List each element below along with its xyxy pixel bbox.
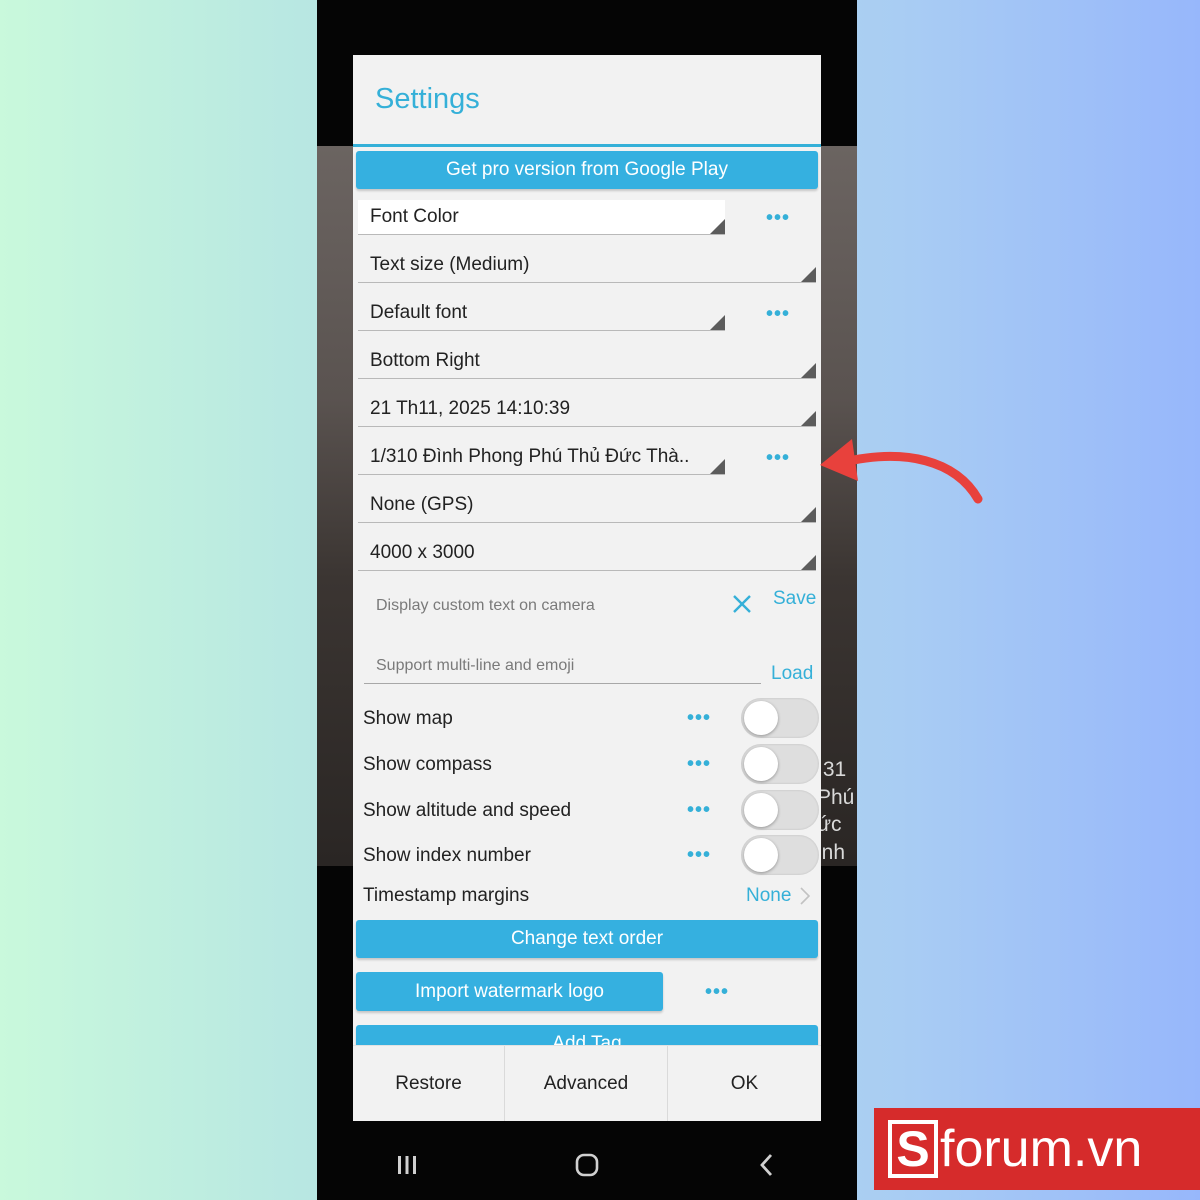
home-button[interactable] <box>557 1140 617 1190</box>
back-icon <box>760 1154 773 1176</box>
dropdown-indicator-icon <box>801 507 816 522</box>
import-logo-more-button[interactable]: ••• <box>705 982 729 1002</box>
switch-knob <box>744 793 778 827</box>
dialog-button-bar: Restore Advanced OK <box>353 1045 821 1121</box>
gps-spinner[interactable]: None (GPS) <box>358 488 816 523</box>
spinner-value: Text size (Medium) <box>370 254 530 275</box>
custom-text-input[interactable]: Display custom text on camera <box>376 597 595 615</box>
settings-dialog: Settings Get pro version from Google Pla… <box>353 55 821 1121</box>
show-map-label: Show map <box>363 708 453 729</box>
camera-overlay-text: inh <box>817 841 846 864</box>
spinner-value: Font Color <box>370 206 459 227</box>
show-altitude-more-button[interactable]: ••• <box>687 800 711 820</box>
import-watermark-logo-button[interactable]: Import watermark logo <box>356 972 663 1011</box>
font-color-spinner[interactable]: Font Color <box>358 200 725 235</box>
show-altitude-label: Show altitude and speed <box>363 800 572 821</box>
load-button[interactable]: Load <box>771 663 813 685</box>
font-more-button[interactable]: ••• <box>766 304 790 324</box>
font-spinner[interactable]: Default font <box>358 296 725 331</box>
dropdown-indicator-icon <box>801 267 816 282</box>
home-icon <box>575 1153 599 1177</box>
dropdown-indicator-icon <box>801 411 816 426</box>
android-nav-bar <box>317 1130 857 1200</box>
timestamp-margins-label: Timestamp margins <box>363 885 530 906</box>
show-map-more-button[interactable]: ••• <box>687 708 711 728</box>
ok-button[interactable]: OK <box>668 1046 821 1121</box>
switch-knob <box>744 701 778 735</box>
address-spinner[interactable]: 1/310 Đình Phong Phú Thủ Đức Thà.. <box>358 440 725 475</box>
spinner-value: Default font <box>370 302 468 323</box>
date-format-spinner[interactable]: 21 Th11, 2025 14:10:39 <box>358 392 816 427</box>
restore-button[interactable]: Restore <box>353 1046 505 1121</box>
text-size-spinner[interactable]: Text size (Medium) <box>358 248 816 283</box>
annotation-arrow-icon <box>820 439 983 504</box>
sforum-logo-text: forum.vn <box>940 1120 1143 1178</box>
camera-overlay-text: Phú <box>817 786 855 809</box>
switch-knob <box>744 747 778 781</box>
spinner-value: 21 Th11, 2025 14:10:39 <box>370 398 571 419</box>
sforum-logo: S forum.vn <box>874 1108 1200 1190</box>
sforum-logo-mark: S <box>888 1120 938 1178</box>
multiline-text-input[interactable]: Support multi-line and emoji <box>364 657 761 684</box>
show-compass-more-button[interactable]: ••• <box>687 754 711 774</box>
recent-apps-button[interactable] <box>377 1140 437 1190</box>
spinner-value: None (GPS) <box>370 494 474 515</box>
position-spinner[interactable]: Bottom Right <box>358 344 816 379</box>
multiline-placeholder: Support multi-line and emoji <box>376 657 575 674</box>
resolution-spinner[interactable]: 4000 x 3000 <box>358 536 816 571</box>
dialog-title: Settings <box>375 83 480 115</box>
dropdown-indicator-icon <box>801 363 816 378</box>
switch-knob <box>744 838 778 872</box>
dropdown-indicator-icon <box>710 315 725 330</box>
dropdown-indicator-icon <box>710 219 725 234</box>
font-color-more-button[interactable]: ••• <box>766 208 790 228</box>
title-divider <box>353 144 821 147</box>
save-button[interactable]: Save <box>773 588 816 610</box>
show-index-label: Show index number <box>363 845 531 866</box>
show-index-switch[interactable] <box>741 835 819 875</box>
timestamp-margins-value[interactable]: None <box>746 885 791 907</box>
change-text-order-button[interactable]: Change text order <box>356 920 818 958</box>
show-map-switch[interactable] <box>741 698 819 738</box>
spinner-value: 1/310 Đình Phong Phú Thủ Đức Thà.. <box>370 446 690 467</box>
back-button[interactable] <box>737 1140 797 1190</box>
recent-apps-icon <box>398 1156 416 1174</box>
address-more-button[interactable]: ••• <box>766 448 790 468</box>
clear-text-icon[interactable] <box>731 593 753 615</box>
camera-overlay-text: :31 <box>817 758 847 781</box>
show-compass-label: Show compass <box>363 754 492 775</box>
dropdown-indicator-icon <box>710 459 725 474</box>
show-index-more-button[interactable]: ••• <box>687 845 711 865</box>
spinner-value: Bottom Right <box>370 350 480 371</box>
get-pro-button[interactable]: Get pro version from Google Play <box>356 151 818 189</box>
show-altitude-switch[interactable] <box>741 790 819 830</box>
spinner-value: 4000 x 3000 <box>370 542 475 563</box>
advanced-button[interactable]: Advanced <box>505 1046 668 1121</box>
chevron-right-icon <box>800 887 811 905</box>
dropdown-indicator-icon <box>801 555 816 570</box>
show-compass-switch[interactable] <box>741 744 819 784</box>
